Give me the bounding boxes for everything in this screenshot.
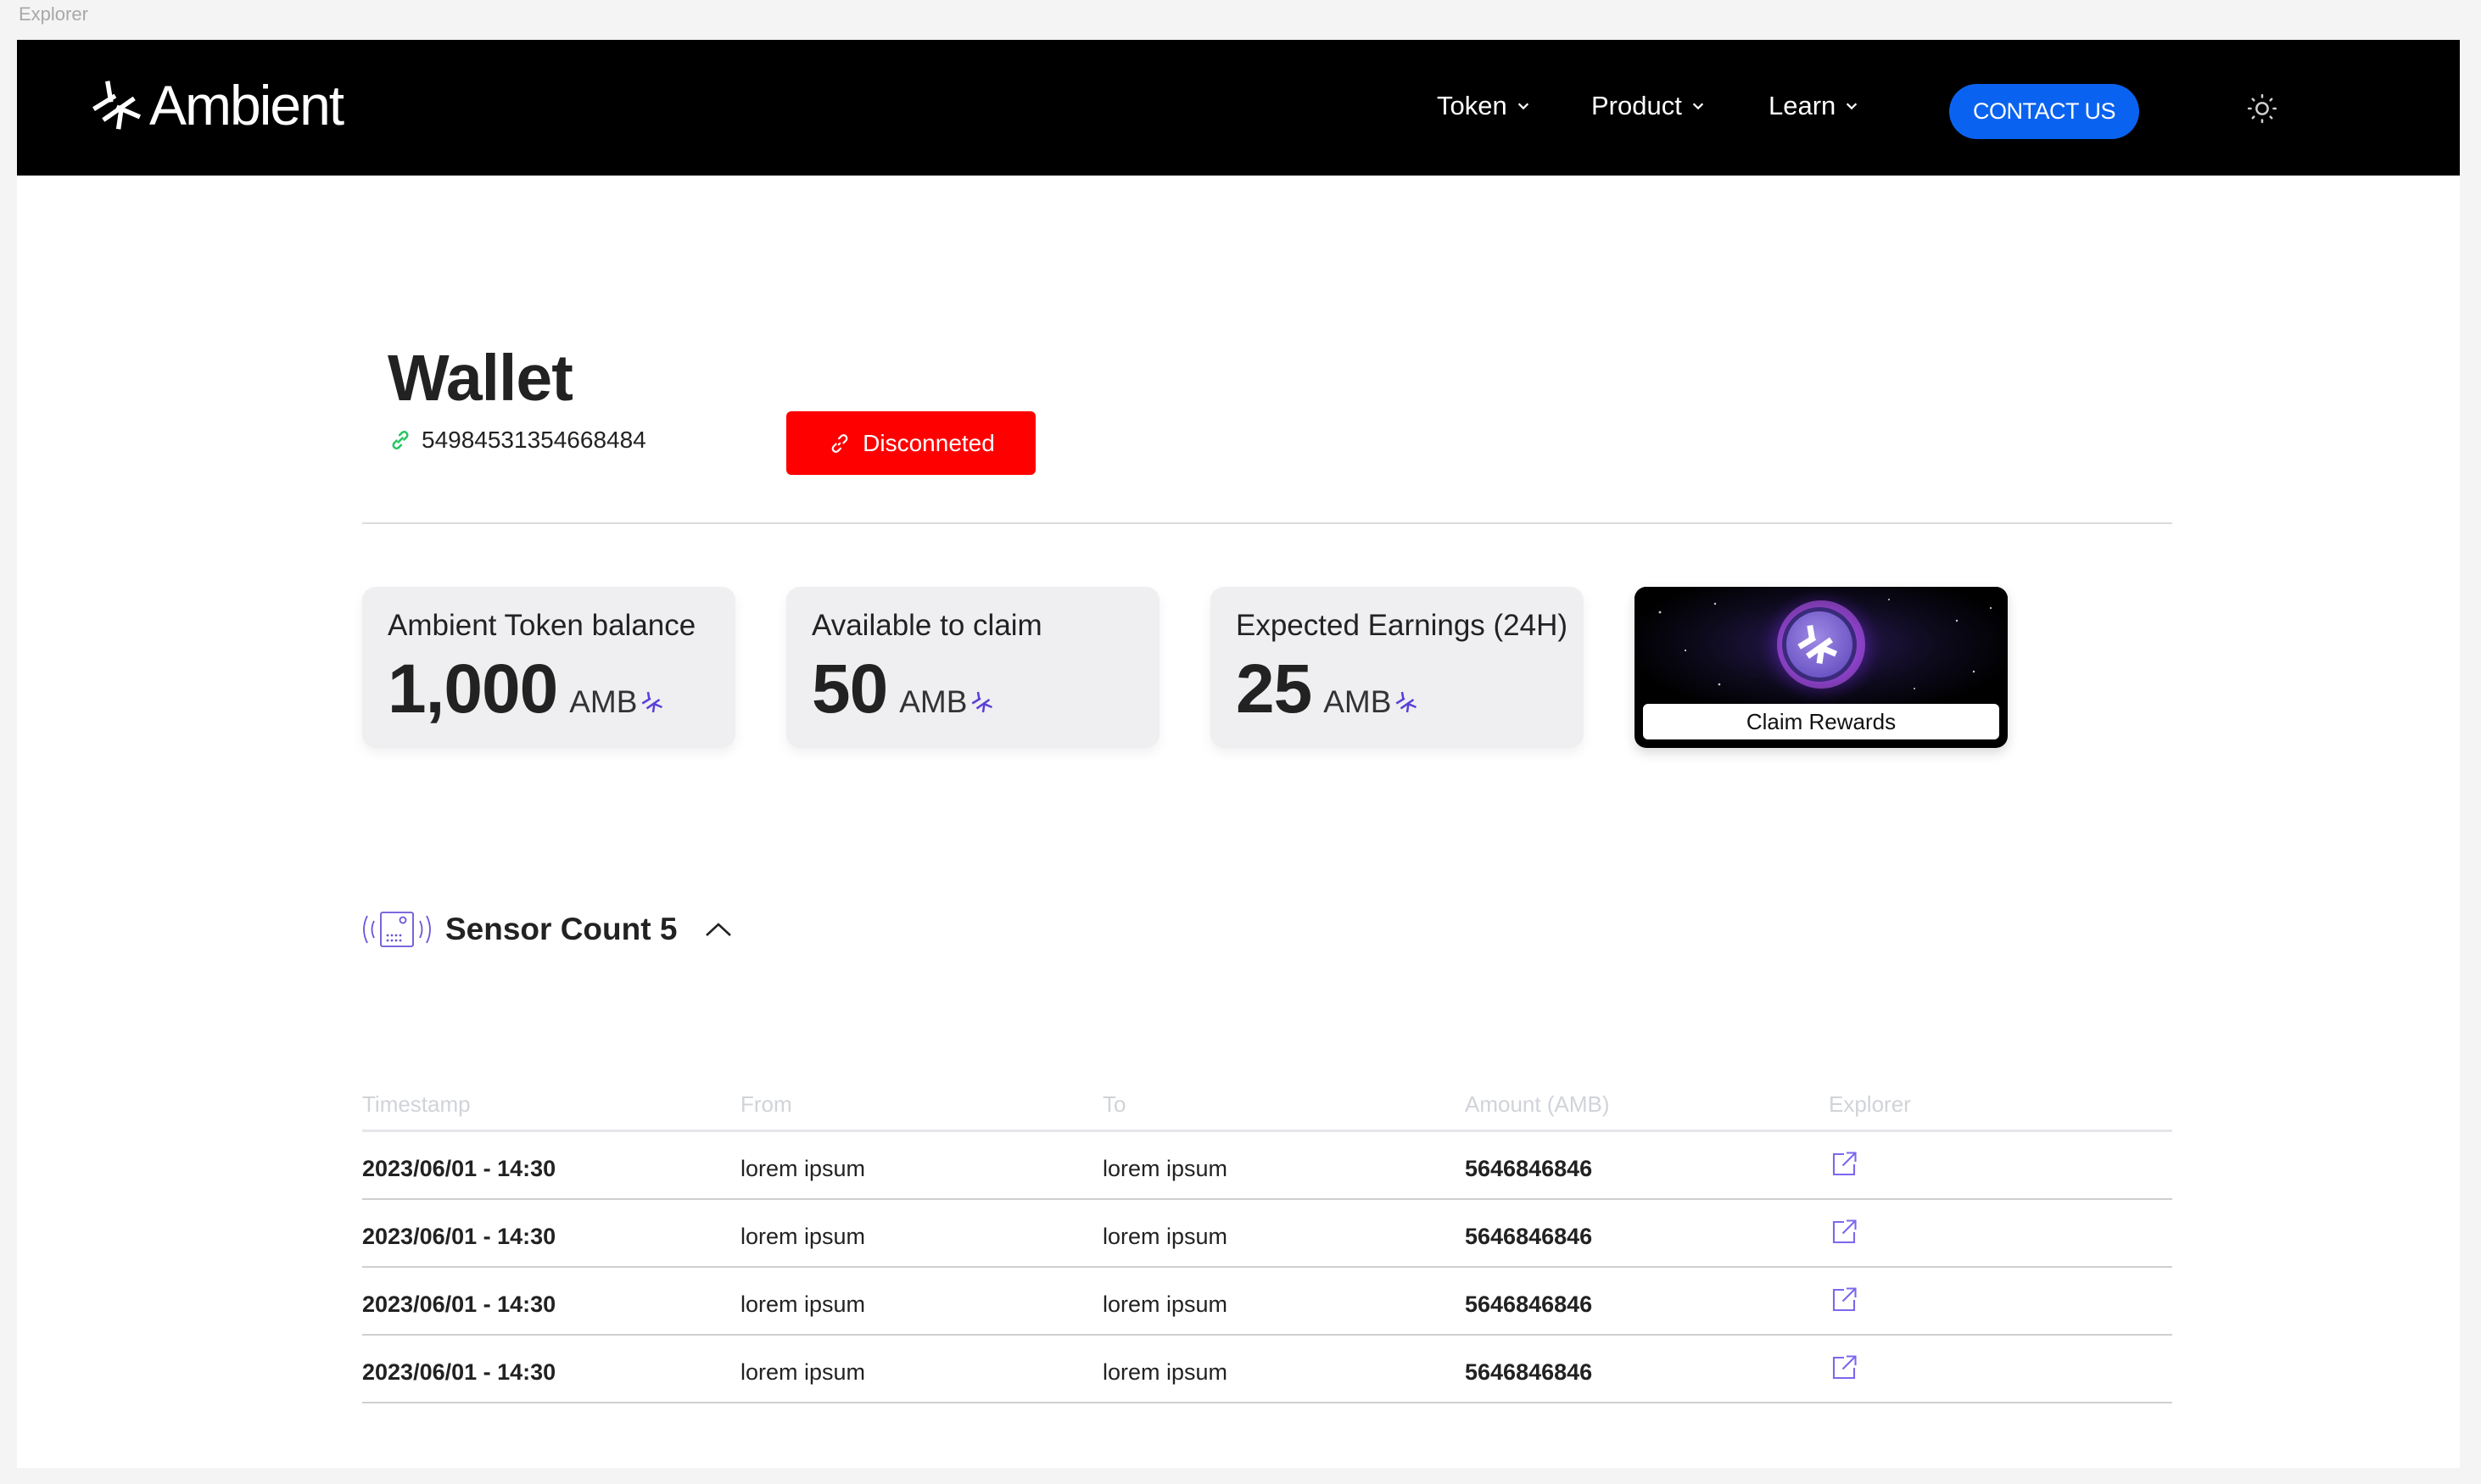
- cell-timestamp: 2023/06/01 - 14:30: [362, 1156, 556, 1181]
- cell-amount: 5646846846: [1465, 1359, 1593, 1385]
- card-unit-label: AMB: [1323, 684, 1392, 719]
- card-unit: AMB: [1323, 684, 1420, 720]
- cell-from: lorem ipsum: [740, 1224, 866, 1249]
- card-unit-label: AMB: [569, 684, 638, 719]
- nav-product-label: Product: [1591, 91, 1682, 120]
- column-header-from: From: [740, 1091, 792, 1117]
- cell-timestamp: 2023/06/01 - 14:30: [362, 1292, 556, 1317]
- ambient-logo[interactable]: Ambient: [92, 74, 344, 137]
- link-icon: [392, 431, 409, 449]
- nav-learn[interactable]: Learn: [1769, 91, 1859, 121]
- expected-earnings-card: Expected Earnings (24H) 25 AMB: [1210, 587, 1584, 748]
- external-link-icon[interactable]: [1829, 1285, 1859, 1315]
- contact-us-button[interactable]: CONTACT US: [1949, 84, 2139, 139]
- app-frame: Ambient Token Product Learn CONTACT US W…: [17, 40, 2460, 1468]
- chevron-down-icon: [1692, 103, 1704, 110]
- column-header-to: To: [1103, 1091, 1126, 1117]
- column-header-timestamp: Timestamp: [362, 1091, 471, 1117]
- table-row: 2023/06/01 - 14:30 lorem ipsum lorem ips…: [362, 1336, 2172, 1403]
- logo-text: Ambient: [149, 74, 344, 137]
- cell-to: lorem ipsum: [1103, 1359, 1228, 1385]
- card-label: Ambient Token balance: [388, 609, 696, 642]
- cell-timestamp: 2023/06/01 - 14:30: [362, 1224, 556, 1249]
- wallet-address: 54984531354668484: [388, 427, 646, 454]
- transactions-table: Timestamp From To Amount (AMB) Explorer …: [362, 1076, 2172, 1403]
- section-divider: [362, 522, 2172, 524]
- card-unit: AMB: [899, 684, 996, 720]
- ambient-logo-icon: [92, 81, 141, 130]
- token-balance-card: Ambient Token balance 1,000 AMB: [362, 587, 735, 748]
- coin-illustration: [1634, 587, 2008, 714]
- cell-from: lorem ipsum: [740, 1292, 866, 1317]
- claim-rewards-card[interactable]: Claim Rewards: [1634, 587, 2008, 748]
- table-row: 2023/06/01 - 14:30 lorem ipsum lorem ips…: [362, 1268, 2172, 1336]
- cell-to: lorem ipsum: [1103, 1156, 1228, 1181]
- chevron-up-icon[interactable]: [704, 920, 733, 939]
- sensor-count-title: Sensor Count 5: [445, 912, 678, 946]
- card-label: Available to claim: [812, 609, 1042, 642]
- card-unit-label: AMB: [899, 684, 968, 719]
- sensor-device-icon: [363, 912, 431, 947]
- nav-product[interactable]: Product: [1591, 91, 1706, 121]
- nav-token[interactable]: Token: [1437, 91, 1531, 121]
- cell-amount: 5646846846: [1465, 1292, 1593, 1317]
- cell-amount: 5646846846: [1465, 1156, 1593, 1181]
- window-title: Explorer: [19, 3, 88, 25]
- cell-to: lorem ipsum: [1103, 1292, 1228, 1317]
- external-link-icon[interactable]: [1829, 1353, 1859, 1383]
- sun-icon[interactable]: [2246, 92, 2278, 125]
- connection-status-label: Disconneted: [863, 429, 995, 456]
- external-link-icon[interactable]: [1829, 1149, 1859, 1180]
- column-header-explorer: Explorer: [1829, 1091, 1911, 1117]
- top-navbar: Ambient Token Product Learn CONTACT US: [17, 40, 2460, 176]
- card-value: 25: [1236, 650, 1312, 728]
- chevron-down-icon: [1847, 103, 1858, 110]
- card-label: Expected Earnings (24H): [1236, 609, 1568, 642]
- column-header-amount: Amount (AMB): [1465, 1091, 1610, 1117]
- amb-token-icon: [971, 691, 993, 713]
- table-row: 2023/06/01 - 14:30 lorem ipsum lorem ips…: [362, 1132, 2172, 1200]
- sensor-count-header[interactable]: Sensor Count 5: [360, 909, 733, 950]
- connection-status-button[interactable]: Disconneted: [786, 411, 1036, 475]
- amb-token-icon: [1395, 691, 1417, 713]
- amb-token-icon: [641, 691, 663, 713]
- nav-token-label: Token: [1437, 91, 1507, 120]
- cell-from: lorem ipsum: [740, 1156, 866, 1181]
- broken-link-icon: [831, 433, 848, 453]
- claim-rewards-button[interactable]: Claim Rewards: [1643, 704, 1999, 739]
- external-link-icon[interactable]: [1829, 1217, 1859, 1247]
- cell-timestamp: 2023/06/01 - 14:30: [362, 1359, 556, 1385]
- cell-from: lorem ipsum: [740, 1359, 866, 1385]
- nav-learn-label: Learn: [1769, 91, 1836, 120]
- card-value: 1,000: [388, 650, 558, 728]
- chevron-down-icon: [1517, 103, 1528, 110]
- table-row: 2023/06/01 - 14:30 lorem ipsum lorem ips…: [362, 1200, 2172, 1268]
- card-unit: AMB: [569, 684, 666, 720]
- page-title: Wallet: [388, 342, 573, 415]
- cell-amount: 5646846846: [1465, 1224, 1593, 1249]
- wallet-address-value: 54984531354668484: [422, 427, 646, 453]
- card-value: 50: [812, 650, 888, 728]
- available-to-claim-card: Available to claim 50 AMB: [786, 587, 1159, 748]
- cell-to: lorem ipsum: [1103, 1224, 1228, 1249]
- table-header: Timestamp From To Amount (AMB) Explorer: [362, 1076, 2172, 1132]
